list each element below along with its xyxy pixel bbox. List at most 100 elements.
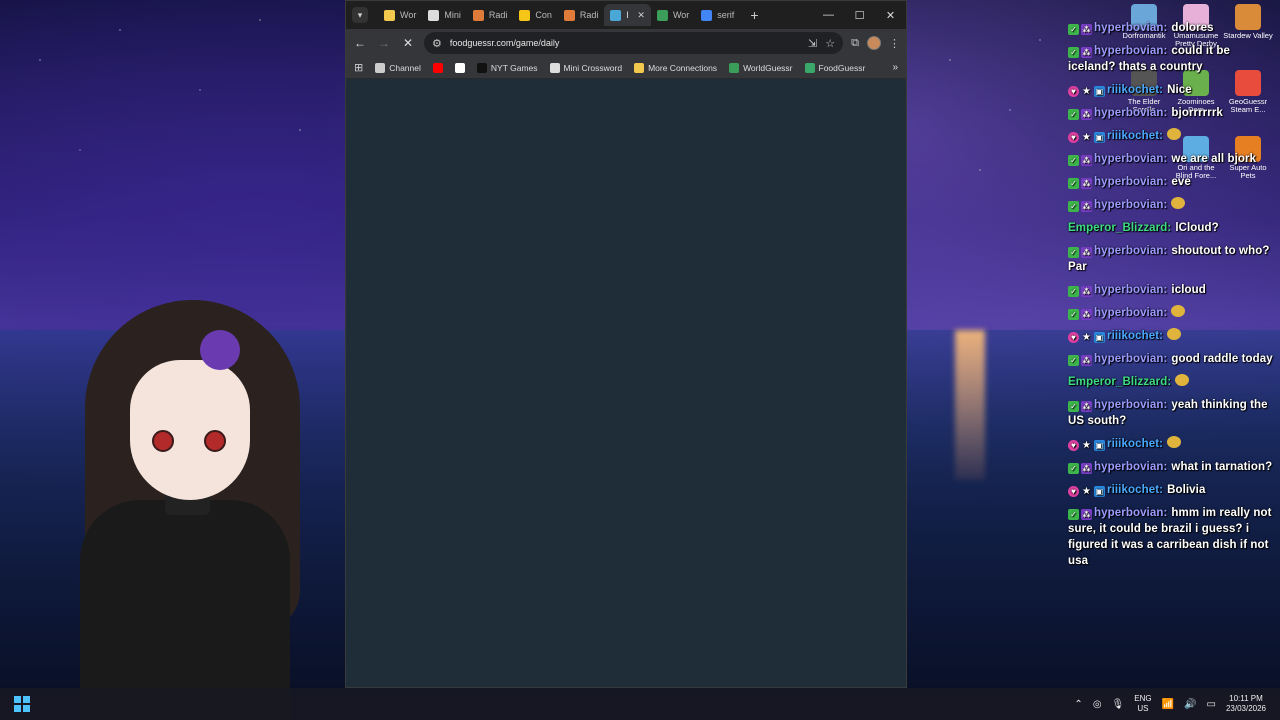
bookmark-item[interactable]: NYT Games [476,62,538,73]
chat-username[interactable]: hyperbovian: [1094,399,1167,411]
profile-avatar[interactable] [867,36,881,50]
avatar-right-eye [204,430,226,452]
chat-username[interactable]: hyperbovian: [1094,199,1167,211]
chat-username[interactable]: hyperbovian: [1094,45,1167,57]
stop-loading-button[interactable]: ✕ [400,36,416,50]
chat-message: ✓ ⁂ hyperbovian: icloud [1068,282,1276,298]
install-app-icon[interactable]: ⇲ [808,37,817,50]
language-indicator[interactable]: ENG US [1134,694,1151,714]
tab-search-button[interactable]: ▾ [352,7,368,23]
chat-username[interactable]: hyperbovian: [1094,284,1167,296]
chat-message: ♥ ★ ▣ riiikochet: [1068,328,1276,344]
url-text[interactable]: foodguessr.com/game/daily [450,38,800,48]
heart-badge-icon: ♥ [1068,440,1079,451]
star-badge-icon: ★ [1081,486,1092,497]
minimize-button[interactable]: — [813,1,844,29]
wifi-icon[interactable]: 📶 [1162,699,1174,710]
avatar-left-eye [152,430,174,452]
new-tab-button[interactable]: + [750,7,758,23]
chat-message: ✓ ⁂ hyperbovian: hmm im really not sure, it… [1068,505,1276,569]
prime-badge-icon: ▣ [1094,332,1105,343]
subscriber-badge-icon: ⁂ [1081,509,1092,520]
chat-message: Emperor_Blizzard: lCloud? [1068,220,1276,236]
microphone-icon[interactable]: 🎙 [1112,699,1125,710]
subscriber-badge-icon: ⁂ [1081,178,1092,189]
verified-badge-icon: ✓ [1068,201,1079,212]
browser-tab[interactable]: Wor [378,4,422,26]
nyt-icon [476,62,487,73]
bookmark-label: Channel [389,62,421,73]
subscriber-badge-icon: ⁂ [1081,309,1092,320]
chat-username[interactable]: hyperbovian: [1094,245,1167,257]
clock[interactable]: 10:11 PM 23/03/2026 [1226,694,1266,714]
browser-tab[interactable]: Radi [467,4,514,26]
emote-icon [1167,436,1182,448]
browser-tab[interactable]: Mini [422,4,467,26]
extensions-icon[interactable]: ⧉ [851,37,859,50]
language-code: ENG [1134,694,1152,703]
chat-username[interactable]: riiikochet: [1107,330,1163,342]
volume-icon[interactable]: 🔊 [1184,699,1196,710]
bookmark-item[interactable] [432,62,443,73]
chat-username[interactable]: hyperbovian: [1094,461,1167,473]
youtube-icon [432,62,443,73]
bookmark-star-icon[interactable]: ☆ [825,37,835,50]
close-tab-icon[interactable]: ✕ [637,10,645,21]
chat-username[interactable]: riiikochet: [1107,484,1163,496]
bookmark-item[interactable]: FoodGuessr [804,62,865,73]
prime-badge-icon: ▣ [1094,132,1105,143]
address-bar[interactable]: ⚙ foodguessr.com/game/daily ⇲ ☆ [424,32,844,54]
back-button[interactable]: ← [352,36,368,50]
chat-message: ✓ ⁂ hyperbovian: good raddle today [1068,351,1276,367]
bookmark-item[interactable]: WorldGuessr [729,62,793,73]
chat-message: ♥ ★ ▣ riiikochet: [1068,436,1276,452]
avatar-face [130,360,250,500]
chat-username[interactable]: riiikochet: [1107,84,1163,96]
heart-badge-icon: ♥ [1068,332,1079,343]
browser-tab[interactable]: Radi [558,4,605,26]
tab-title: serif [717,10,735,20]
chevron-up-icon[interactable]: ⌃ [1074,699,1082,710]
chat-username[interactable]: hyperbovian: [1094,507,1167,519]
chat-username[interactable]: riiikochet: [1107,130,1163,142]
forward-button[interactable]: → [376,36,392,50]
bookmark-item[interactable] [454,62,465,73]
chat-message: ✓ ⁂ hyperbovian: what in tarnation? [1068,459,1276,475]
verified-badge-icon: ✓ [1068,355,1079,366]
heart-badge-icon: ♥ [1068,486,1079,497]
chat-username[interactable]: Emperor_Blizzard: [1068,222,1171,234]
chat-message: ♥ ★ ▣ riiikochet: Nice [1068,82,1276,98]
chat-message: ✓ ⁂ hyperbovian: shoutout to who? Par [1068,243,1276,275]
bookmark-item[interactable]: More Connections [634,62,717,73]
menu-kebab-icon[interactable]: ⋮ [889,37,900,50]
browser-tab[interactable]: Wor [651,4,695,26]
chat-message: ✓ ⁂ hyperbovian: [1068,197,1276,213]
chat-username[interactable]: Emperor_Blizzard: [1068,376,1171,388]
chat-username[interactable]: hyperbovian: [1094,153,1167,165]
nyt-mini-icon [549,62,560,73]
apps-grid-icon[interactable]: ⊞ [354,61,363,74]
chat-username[interactable]: hyperbovian: [1094,22,1167,34]
battery-icon[interactable]: ▭ [1207,699,1216,710]
bookmark-item[interactable]: Channel [375,62,421,73]
close-window-button[interactable]: ✕ [875,1,906,29]
chat-username[interactable]: hyperbovian: [1094,353,1167,365]
chat-message: ✓ ⁂ hyperbovian: bjorrrrrrk [1068,105,1276,121]
browser-tab[interactable]: l ✕ [604,4,651,26]
browser-tab[interactable]: serif [695,4,740,26]
chat-username[interactable]: hyperbovian: [1094,176,1167,188]
page-viewport[interactable] [346,79,906,687]
site-info-icon[interactable]: ⚙ [432,37,442,50]
start-button[interactable] [14,696,30,712]
more-bookmarks-icon[interactable]: » [892,62,898,73]
bookmark-item[interactable]: Mini Crossword [549,62,622,73]
chat-text: what in tarnation? [1171,461,1273,473]
chat-username[interactable]: riiikochet: [1107,438,1163,450]
chat-username[interactable]: hyperbovian: [1094,107,1167,119]
app-tray-icon[interactable]: ◎ [1093,699,1102,710]
maximize-button[interactable]: ☐ [844,1,875,29]
grid-icon [634,62,645,73]
browser-toolbar: ← → ✕ ⚙ foodguessr.com/game/daily ⇲ ☆ ⧉ … [346,29,906,57]
chat-username[interactable]: hyperbovian: [1094,307,1167,319]
browser-tab[interactable]: Con [513,4,558,26]
